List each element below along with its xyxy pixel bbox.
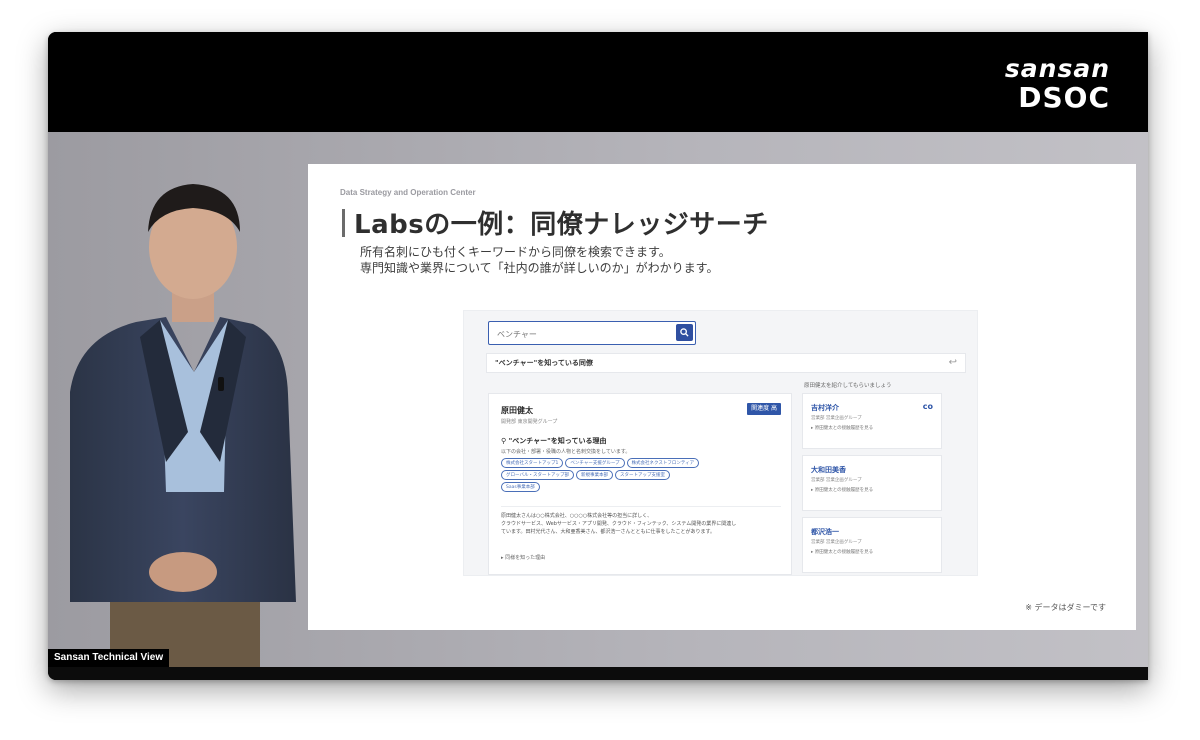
logo-line-2: DSOC — [1018, 81, 1110, 114]
presenter-figure — [70, 184, 296, 667]
slide-title: Labsの一例：同僚ナレッジサーチ — [354, 210, 769, 240]
top-bar: sansan DSOC — [48, 32, 1148, 132]
title-accent-bar — [342, 209, 345, 237]
introducer-name[interactable]: 大和田美香 — [811, 465, 846, 475]
introducer-name[interactable]: 吉村洋介 — [811, 403, 839, 413]
introducer-dept: 営業部 営業企画グループ — [811, 416, 862, 421]
caption-label: Sansan Technical View — [48, 649, 170, 667]
search-icon — [680, 328, 689, 337]
person-card: 原田健太 開発部 東京開発グループ 関連度 高 ⚲ "ベンチャー"を知っている理… — [488, 393, 792, 575]
tag-chip[interactable]: 株式会社スタートアップ1 — [501, 458, 564, 468]
bottom-strip — [48, 667, 1148, 680]
introducer-card[interactable]: 大和田美香 営業部 営業企画グループ ▸ 原田健太との接触履歴を見る — [802, 455, 942, 511]
search-button[interactable] — [676, 324, 693, 341]
card-divider — [501, 506, 781, 507]
video-window: sansan DSOC Sansan Technical View Data S… — [48, 32, 1148, 680]
tag-chip[interactable]: 株式会社ネクストフロンティア — [626, 458, 700, 468]
back-icon[interactable]: ↩ — [949, 357, 957, 368]
introducer-link[interactable]: ▸ 原田健太との接触履歴を見る — [811, 425, 873, 431]
reason-link[interactable]: ▸ 同様を知った理由 — [501, 554, 545, 561]
introducer-card[interactable]: 都沢浩一 営業部 営業企画グループ ▸ 原田健太との接触履歴を見る — [802, 517, 942, 573]
introducer-card[interactable]: 吉村洋介 営業部 営業企画グループ ▸ 原田健太との接触履歴を見る co — [802, 393, 942, 449]
link-icon[interactable]: co — [923, 402, 933, 411]
app-mockup: "ベンチャー"を知っている同僚 ↩ 原田健太 開発部 東京開発グループ 関連度 … — [463, 310, 978, 576]
side-heading: 原田健太を紹介してもらいましょう — [804, 383, 892, 389]
slide-header: Data Strategy and Operation Center — [340, 188, 476, 197]
introducer-dept: 営業部 営業企画グループ — [811, 540, 862, 545]
introducer-link[interactable]: ▸ 原田健太との接触履歴を見る — [811, 487, 873, 493]
person-name[interactable]: 原田健太 — [501, 405, 533, 416]
reason-title-text: "ベンチャー"を知っている理由 — [508, 437, 607, 445]
subtitle-line-1: 所有名刺にひも付くキーワードから同僚を検索できます。 — [360, 245, 671, 259]
tag-chip[interactable]: 新規事業本部 — [575, 470, 613, 480]
reason-description: 以下の会社・部署・役職の人物と名刺交換をしています。 — [501, 449, 631, 455]
person-summary: 原田健太さんは○○株式会社、○○○○株式会社等の担当に詳しく、 クラウドサービス… — [501, 512, 785, 536]
summary-line-2: クラウドサービス、Webサービス・アプリ開発、クラウド・フィンテック、システム開… — [501, 521, 737, 527]
search-input[interactable] — [489, 323, 669, 346]
result-title: "ベンチャー"を知っている同僚 — [495, 359, 593, 367]
search-icon: ⚲ — [501, 437, 509, 445]
tag-chip[interactable]: スタートアップ支援室 — [614, 470, 670, 480]
reason-title: ⚲ "ベンチャー"を知っている理由 — [501, 436, 606, 446]
tag-chip[interactable]: ベンチャー支援グループ — [565, 458, 625, 468]
tag-chip[interactable]: グローバル・スタートアップ部 — [501, 470, 574, 480]
summary-line-3: ています。田村光代さん、大和亜香美さん、都沢浩一さんとともに仕事をしたことがあり… — [501, 529, 716, 535]
introducer-dept: 営業部 営業企画グループ — [811, 478, 862, 483]
search-box[interactable] — [488, 321, 696, 346]
introducer-link[interactable]: ▸ 原田健太との接触履歴を見る — [811, 549, 873, 555]
summary-line-1: 原田健太さんは○○株式会社、○○○○株式会社等の担当に詳しく、 — [501, 513, 653, 519]
relevance-badge[interactable]: 関連度 高 — [747, 403, 781, 415]
person-dept: 開発部 東京開発グループ — [501, 419, 558, 425]
subtitle-line-2: 専門知識や業界について「社内の誰が詳しいのか」がわかります。 — [360, 261, 719, 275]
presentation-slide: Data Strategy and Operation Center Labsの… — [308, 164, 1136, 630]
result-header: "ベンチャー"を知っている同僚 ↩ — [486, 353, 966, 373]
logo-line-1: sansan — [1004, 54, 1110, 83]
tag-list: 株式会社スタートアップ1 ベンチャー支援グループ 株式会社ネクストフロンティア … — [501, 458, 701, 492]
brand-logo: sansan DSOC — [1005, 56, 1110, 114]
introducer-name[interactable]: 都沢浩一 — [811, 527, 839, 537]
slide-subtitle: 所有名刺にひも付くキーワードから同僚を検索できます。 専門知識や業界について「社… — [360, 244, 718, 276]
tag-chip[interactable]: Saas事業本部 — [501, 482, 540, 492]
dummy-data-note: ※ データはダミーです — [1025, 603, 1106, 612]
